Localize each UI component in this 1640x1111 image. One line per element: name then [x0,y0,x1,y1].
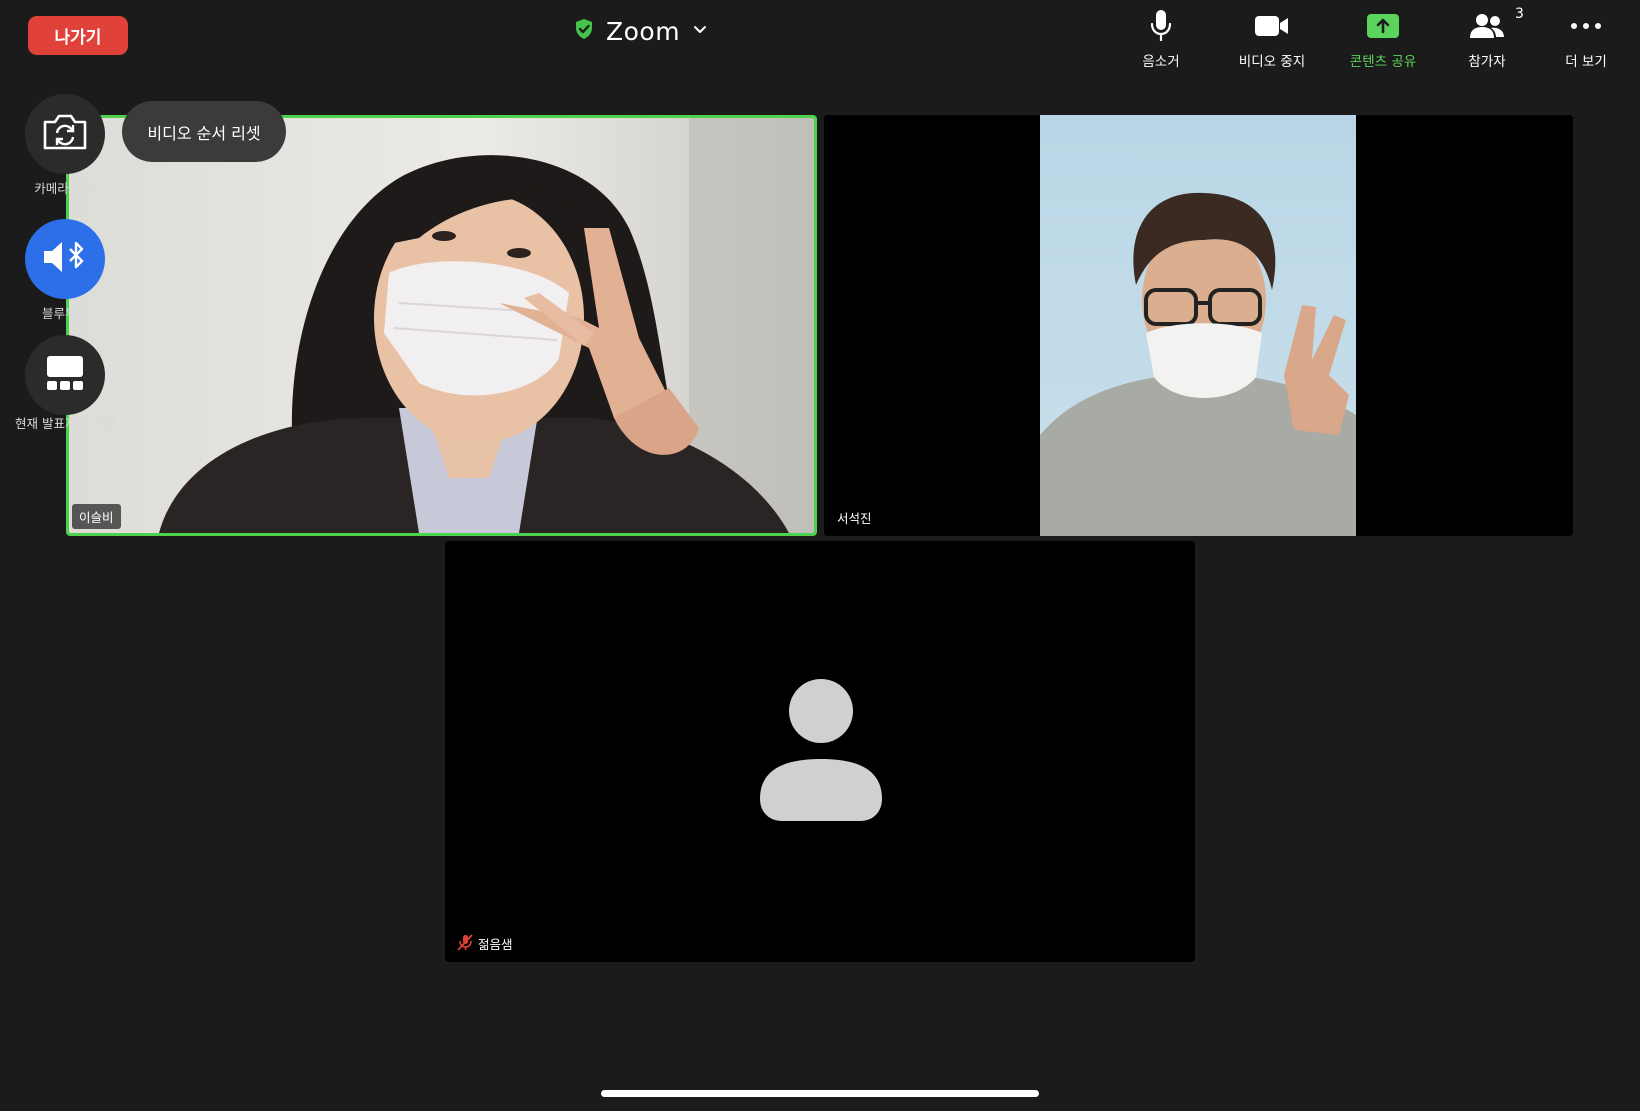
more-button[interactable]: 더 보기 [1531,8,1640,70]
speaker-view-icon [45,354,85,396]
muted-mic-icon [456,933,474,954]
switch-to-speaker-view-button[interactable] [25,335,105,415]
participants-button[interactable]: 3 참가자 [1432,6,1542,70]
switch-to-speaker-view-label: 현재 발표자로 전환 [15,416,115,431]
camera-switch-icon [41,112,89,156]
participant-video [824,115,1573,536]
home-indicator[interactable] [601,1090,1039,1097]
video-camera-icon [1254,8,1290,44]
share-content-button[interactable]: 콘텐츠 공유 [1328,8,1438,70]
share-screen-icon [1366,8,1400,44]
avatar-placeholder-icon [760,679,882,825]
participant-name-tag: 이슬비 [72,504,121,529]
participant-name-tag: 젊음샘 [449,930,520,957]
camera-switch-label: 카메라 전환 [34,181,96,196]
video-tile-3[interactable]: 젊음샘 [445,541,1195,962]
meeting-title[interactable]: Zoom [574,12,708,50]
leave-button[interactable]: 나가기 [28,16,128,55]
app-title: Zoom [606,16,681,46]
video-tile-1[interactable]: 이슬비 [66,115,817,536]
microphone-icon [1148,8,1174,44]
video-tile-2[interactable]: 서석진 [824,115,1573,536]
camera-switch-button[interactable] [25,94,105,174]
participant-video [69,118,814,533]
stop-video-button[interactable]: 비디오 중지 [1217,8,1327,70]
mute-button[interactable]: 음소거 [1106,8,1216,70]
chevron-down-icon[interactable] [692,21,708,41]
reset-video-order-button[interactable]: 비디오 순서 리셋 [122,101,286,162]
participant-name-tag: 서석진 [837,511,872,526]
participants-count: 3 [1515,6,1524,22]
bluetooth-speaker-icon [42,240,88,278]
participants-icon: 3 [1469,6,1524,44]
audio-output-label: 블루투스 [41,306,88,321]
more-icon [1570,8,1602,44]
shield-check-icon [574,18,594,44]
audio-output-button[interactable] [25,219,105,299]
